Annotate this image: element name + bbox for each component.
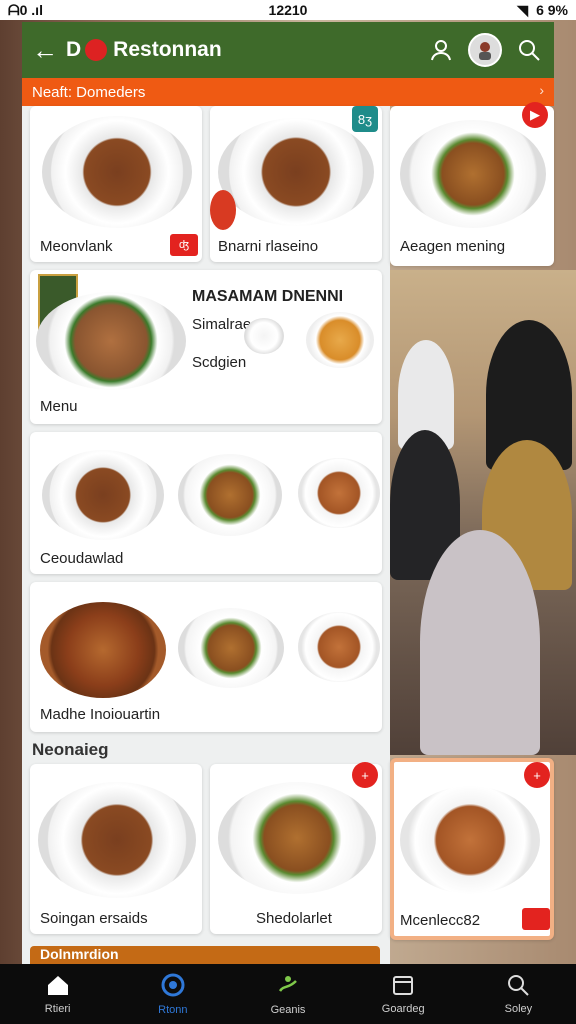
avatar[interactable]	[468, 33, 502, 67]
nav-home[interactable]: Rtieri	[0, 964, 115, 1024]
small-bowl-image	[244, 318, 284, 354]
dish-card[interactable]: ▶ Aeagen mening	[390, 102, 554, 266]
feature-line: Scdgien	[192, 354, 247, 371]
search-icon	[507, 974, 530, 999]
wifi-icon: ◥	[517, 1, 529, 18]
dish-image	[298, 458, 380, 528]
dish-image	[38, 782, 196, 898]
nav-bookings[interactable]: Goardeg	[346, 964, 461, 1024]
dish-image	[218, 118, 374, 226]
person-figure	[420, 530, 540, 755]
calendar-icon	[392, 974, 414, 999]
app-header: ← D Restonnan	[22, 22, 554, 78]
bottom-navigation: Rtieri Rtonn Geanis Goardeg Soley	[0, 964, 576, 1024]
dish-image	[400, 120, 546, 228]
chevron-right-icon: ›	[539, 82, 544, 98]
nav-discover[interactable]: Rtonn	[115, 964, 230, 1024]
feature-card[interactable]: MASAMAM DNENNI Simalrae Scdgien Menu	[30, 270, 382, 424]
status-bar: ᗩ0 .ıl 12210 ◥ 6 9%	[0, 0, 576, 20]
banner-label: Neaft: Domeders	[32, 83, 146, 101]
feature-line: Simalrae	[192, 316, 252, 333]
partial-banner[interactable]: Dolnmrdion	[30, 946, 380, 966]
signal-indicator: ᗩ0 .ıl	[8, 1, 43, 18]
dish-card[interactable]: + Shedolarlet	[210, 762, 382, 934]
nav-search[interactable]: Soley	[461, 964, 576, 1024]
dish-tag: ʤ	[170, 234, 198, 256]
feature-title: MASAMAM DNENNI	[192, 288, 344, 305]
logo-letter: D	[66, 38, 82, 61]
restaurant-photo	[390, 270, 576, 755]
add-icon[interactable]: +	[352, 762, 378, 788]
nav-label: Soley	[504, 1002, 533, 1015]
nav-label: Goardeg	[381, 1002, 425, 1015]
logo-icon	[85, 39, 108, 61]
tomato-garnish	[210, 190, 236, 230]
search-icon[interactable]	[514, 35, 544, 65]
dish-card[interactable]: Soingan ersaids	[30, 764, 202, 934]
page-title: Restonnan	[113, 38, 222, 61]
dish-caption: Meonvlank	[40, 238, 113, 255]
chef-icon	[276, 973, 300, 1000]
dish-tag: 8ʒ	[352, 106, 378, 132]
dish-caption: Madhe Inoiouartin	[40, 706, 161, 723]
dish-card-selected[interactable]: + Mcenlecc82	[390, 758, 554, 940]
dish-image	[178, 454, 282, 536]
dish-caption: Mcenlecc82	[400, 912, 481, 929]
add-icon[interactable]: +	[524, 762, 550, 788]
dish-caption: Aeagen mening	[400, 238, 506, 255]
dish-grid-card[interactable]: Madhe Inoiouartin	[30, 582, 382, 732]
dish-tag: ▶	[522, 102, 548, 128]
dish-image	[218, 782, 376, 894]
clock: 12210	[268, 2, 308, 18]
home-icon	[46, 974, 70, 999]
compass-icon	[161, 973, 185, 1000]
dish-image	[42, 116, 192, 228]
battery-indicator: 6 9%	[536, 2, 568, 18]
dish-card[interactable]: 8ʒ Bnarni rlaseino	[210, 106, 382, 262]
nav-label: Geanis	[270, 1003, 306, 1016]
dish-image	[178, 608, 284, 688]
dish-caption: Bnarni rlaseino	[218, 238, 319, 255]
nav-label: Rtieri	[44, 1002, 71, 1015]
dish-caption: Soingan ersaids	[40, 910, 148, 927]
partial-banner-label: Dolnmrdion	[40, 946, 119, 962]
dish-image	[36, 292, 186, 390]
dish-grid-card[interactable]: Ceoudawlad	[30, 432, 382, 574]
section-title: Neonaieg	[32, 740, 109, 759]
feature-footer: Menu	[40, 398, 78, 415]
user-icon[interactable]	[426, 35, 456, 65]
dish-image	[298, 612, 380, 682]
nav-chefs[interactable]: Geanis	[230, 964, 345, 1024]
dish-caption: Ceoudawlad	[40, 550, 124, 567]
dish-image	[400, 786, 540, 894]
dish-image	[42, 450, 164, 540]
dish-card[interactable]: Meonvlank ʤ	[30, 106, 202, 262]
back-arrow-icon[interactable]: ←	[32, 35, 66, 66]
dish-image	[40, 602, 166, 698]
promo-banner[interactable]: Neaft: Domeders ›	[22, 78, 554, 106]
nav-label: Rtonn	[158, 1003, 188, 1016]
sauce-bowl-image	[306, 312, 374, 368]
cart-indicator[interactable]	[522, 908, 550, 930]
dish-caption: Shedolarlet	[256, 910, 332, 927]
